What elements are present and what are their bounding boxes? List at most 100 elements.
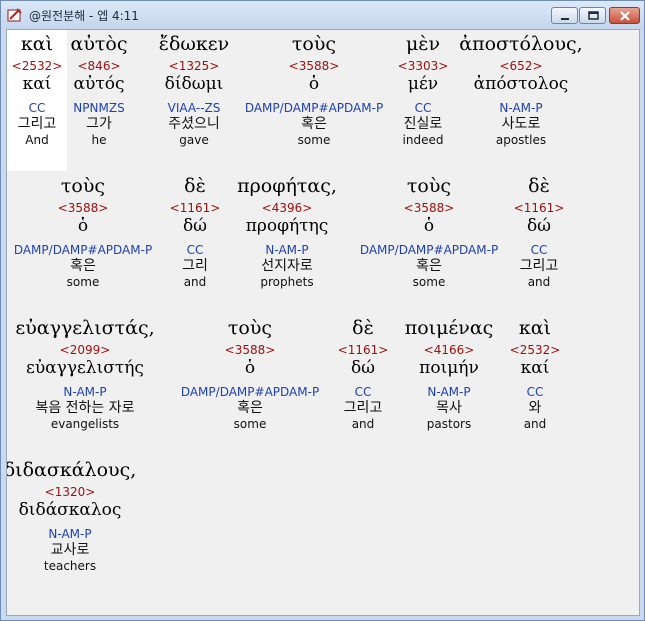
- english-gloss: and: [351, 417, 375, 431]
- greek-word: εὐαγγελιστάς,: [15, 317, 155, 339]
- english-gloss: evangelists: [50, 417, 120, 431]
- lemma: ὁ: [77, 216, 89, 236]
- word-cell[interactable]: δὲ <1161> δώ CC 그리고 and: [338, 317, 389, 431]
- parsing-code: DAMP/DAMP#APDAM-P: [359, 243, 499, 257]
- word-cell[interactable]: ἀποστόλους, <652> ἀπόστολος N-AM-P 사도로 apostl…: [459, 33, 582, 147]
- word-cell[interactable]: ἔδωκεν <1325> δίδωμι VIAA--ZS 주셨으니 gave: [159, 33, 229, 147]
- greek-word: αὐτὸς: [70, 33, 128, 55]
- korean-gloss: 사도로: [501, 116, 541, 132]
- parsing-code: DAMP/DAMP#APDAM-P: [180, 385, 320, 399]
- english-gloss: teachers: [43, 559, 97, 573]
- greek-word: τοὺς: [406, 175, 452, 197]
- word-cell[interactable]: καὶ <2532> καί CC 와 and: [510, 317, 561, 431]
- strong-number: <4396>: [261, 201, 313, 215]
- parsing-code: N-AM-P: [48, 527, 92, 541]
- strong-number: <1320>: [44, 485, 96, 499]
- parsing-code: DAMP/DAMP#APDAM-P: [13, 243, 153, 257]
- greek-word: δὲ: [184, 175, 206, 197]
- maximize-button[interactable]: [579, 7, 606, 24]
- greek-word: ἔδωκεν: [158, 33, 230, 55]
- word-cell[interactable]: αὐτὸς <846> αὐτός NPNMZS 그가 he: [71, 33, 128, 147]
- english-gloss: and: [183, 275, 207, 289]
- lemma: δώ: [526, 216, 552, 236]
- lemma: εὐαγγελιστής: [26, 358, 144, 378]
- strong-number: <1161>: [337, 343, 389, 357]
- korean-gloss: 그리: [182, 258, 208, 274]
- english-gloss: And: [25, 133, 49, 147]
- parsing-code: N-AM-P: [427, 385, 471, 399]
- word-cell[interactable]: προφήτας, <4396> προφήτης N-AM-P 선지자로 prophet…: [237, 175, 337, 289]
- greek-word: μὲν: [405, 33, 441, 55]
- english-gloss: and: [523, 417, 547, 431]
- word-cell[interactable]: ποιμένας <4166> ποιμήν N-AM-P 목사 pastors: [405, 317, 494, 431]
- strong-number: <2099>: [59, 343, 111, 357]
- korean-gloss: 목사: [436, 400, 462, 416]
- lemma: προφήτης: [245, 216, 329, 236]
- word-cell[interactable]: διδασκάλους, <1320> διδάσκαλος N-AM-P 교사로 tea…: [6, 459, 137, 573]
- strong-number: <3303>: [397, 59, 449, 73]
- strong-number: <846>: [77, 59, 121, 73]
- greek-word: τοὺς: [60, 175, 106, 197]
- parsing-code: N-AM-P: [265, 243, 309, 257]
- window-title: @원전분해 - 엡 4:11: [29, 9, 139, 23]
- korean-gloss: 그리고: [519, 258, 559, 274]
- lemma: δώ: [350, 358, 376, 378]
- english-gloss: indeed: [402, 133, 444, 147]
- parsing-code: CC: [186, 243, 204, 257]
- korean-gloss: 혹은: [70, 258, 96, 274]
- english-gloss: some: [297, 133, 331, 147]
- lemma: διδάσκαλος: [18, 500, 122, 520]
- word-cell[interactable]: δὲ <1161> δώ CC 그리고 and: [514, 175, 565, 289]
- strong-number: <3588>: [57, 201, 109, 215]
- greek-word: καὶ: [518, 317, 552, 339]
- lemma: ὁ: [308, 74, 320, 94]
- greek-word: τοὺς: [227, 317, 273, 339]
- strong-number: <3588>: [224, 343, 276, 357]
- english-gloss: pastors: [426, 417, 472, 431]
- parsing-code: VIAA--ZS: [167, 101, 221, 115]
- title-bar[interactable]: @원전분해 - 엡 4:11: [1, 1, 644, 29]
- minimize-icon: [561, 18, 569, 20]
- word-cell[interactable]: τοὺς <3588> ὁ DAMP/DAMP#APDAM-P 혹은 some: [360, 175, 498, 289]
- lemma: καί: [22, 74, 52, 94]
- word-cell[interactable]: μὲν <3303> μέν CC 진실로 indeed: [398, 33, 449, 147]
- strong-number: <2532>: [509, 343, 561, 357]
- lemma: ἀπόστολος: [473, 74, 569, 94]
- parsing-code: N-AM-P: [499, 101, 543, 115]
- lemma: αὐτός: [73, 74, 125, 94]
- word-cell[interactable]: δὲ <1161> δώ CC 그리 and: [170, 175, 221, 289]
- korean-gloss: 진실로: [403, 116, 443, 132]
- greek-word: διδασκάλους,: [6, 459, 137, 481]
- minimize-button[interactable]: [551, 7, 578, 24]
- greek-word: δὲ: [528, 175, 550, 197]
- word-cell[interactable]: τοὺς <3588> ὁ DAMP/DAMP#APDAM-P 혹은 some: [181, 317, 319, 431]
- close-icon: [620, 11, 630, 21]
- parsing-code: CC: [28, 101, 46, 115]
- word-cell[interactable]: τοὺς <3588> ὁ DAMP/DAMP#APDAM-P 혹은 some: [14, 175, 152, 289]
- maximize-icon: [588, 11, 599, 20]
- parsing-code: DAMP/DAMP#APDAM-P: [244, 101, 384, 115]
- word-cell[interactable]: τοὺς <3588> ὁ DAMP/DAMP#APDAM-P 혹은 some: [245, 33, 383, 147]
- korean-gloss: 복음 전하는 자로: [35, 400, 135, 416]
- parsing-code: N-AM-P: [63, 385, 107, 399]
- lemma: ποιμήν: [419, 358, 479, 378]
- strong-number: <1161>: [513, 201, 565, 215]
- korean-gloss: 혹은: [416, 258, 442, 274]
- lemma: δώ: [182, 216, 208, 236]
- lemma: ὁ: [423, 216, 435, 236]
- close-button[interactable]: [609, 7, 640, 24]
- greek-word: προφήτας,: [237, 175, 337, 197]
- english-gloss: he: [91, 133, 107, 147]
- lemma: καί: [520, 358, 550, 378]
- interlinear-panel[interactable]: καὶ <2532> καί CC 그리고 And αὐτὸς <846> αὐτός NPNMZ…: [6, 29, 640, 616]
- strong-number: <1325>: [168, 59, 220, 73]
- greek-word: τοὺς: [291, 33, 337, 55]
- english-gloss: and: [527, 275, 551, 289]
- english-gloss: some: [233, 417, 267, 431]
- greek-word: δὲ: [352, 317, 374, 339]
- parsing-code: CC: [526, 385, 544, 399]
- word-cell[interactable]: εὐαγγελιστάς, <2099> εὐαγγελιστής N-AM-P 복음 …: [15, 317, 154, 431]
- parsing-code: NPNMZS: [73, 101, 125, 115]
- korean-gloss: 그리고: [17, 116, 57, 132]
- word-cell[interactable]: καὶ <2532> καί CC 그리고 And: [7, 30, 67, 171]
